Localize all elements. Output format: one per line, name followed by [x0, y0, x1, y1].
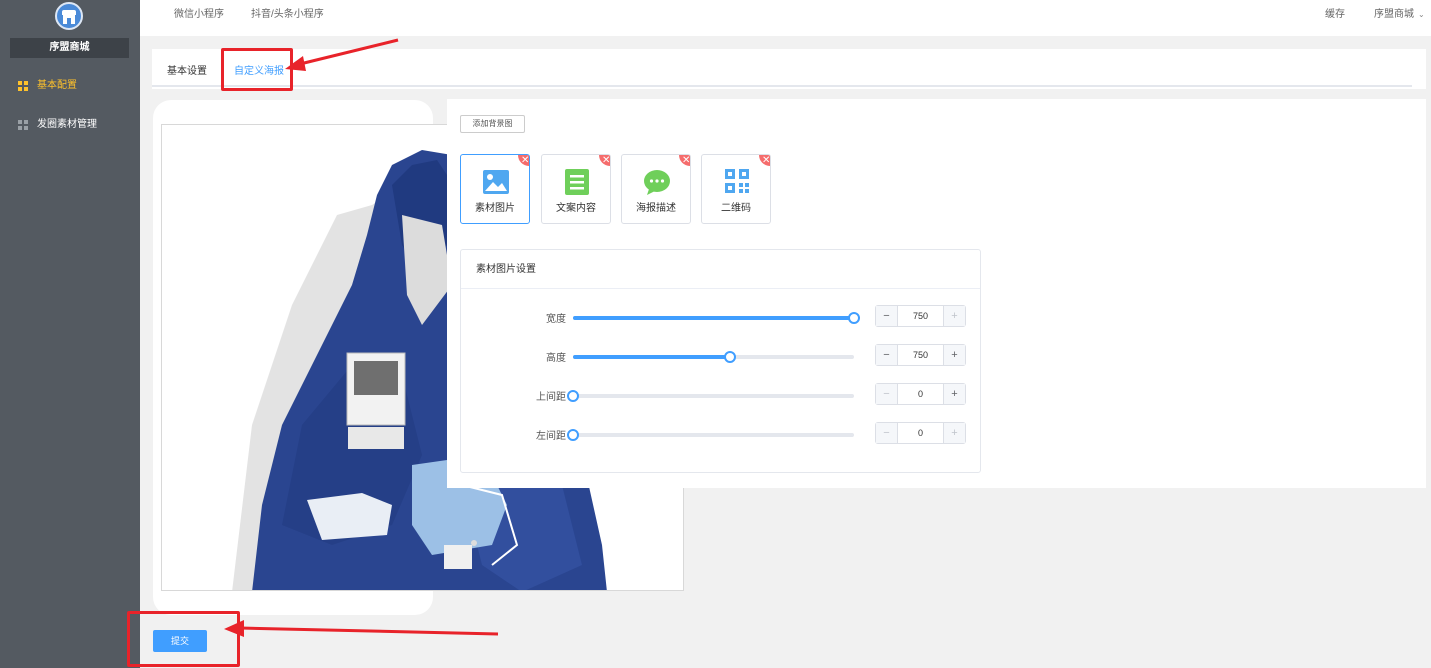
tool-label: 文案内容	[556, 203, 596, 214]
width-stepper[interactable]: − 750 +	[875, 305, 966, 327]
brand-name: 序盟商城	[10, 38, 129, 58]
row-label: 宽度	[546, 314, 566, 325]
row-label: 上间距	[536, 392, 566, 403]
close-icon: ✕	[762, 155, 771, 166]
slider-fill	[573, 355, 731, 359]
sidebar-item-basic-config[interactable]: 基本配置	[0, 75, 140, 97]
qrcode-icon	[725, 169, 749, 193]
left-margin-row: 左间距 − 0 +	[461, 422, 980, 446]
close-icon: ✕	[521, 155, 530, 166]
grid-icon	[18, 81, 28, 91]
remove-tool-button[interactable]: ✕	[759, 155, 771, 166]
tool-poster-description[interactable]: 海报描述 ✕	[621, 154, 691, 224]
increment-button[interactable]: +	[943, 384, 965, 404]
close-icon: ✕	[682, 155, 691, 166]
stepper-value[interactable]: 750	[898, 306, 943, 326]
settings-tabs: 基本设置 自定义海报	[152, 49, 1426, 89]
stepper-value[interactable]: 0	[898, 384, 943, 404]
settings-title: 素材图片设置	[461, 250, 980, 289]
width-slider[interactable]	[573, 312, 860, 324]
arrow-line	[239, 626, 499, 636]
top-margin-stepper[interactable]: − 0 +	[875, 383, 966, 405]
material-image-settings: 素材图片设置 宽度 − 750 + 高度 − 750 + 上间距 − 0 + 左…	[460, 249, 981, 473]
decrement-button[interactable]: −	[876, 306, 898, 326]
cache-button[interactable]: 缓存	[1325, 0, 1345, 30]
image-icon	[483, 170, 509, 194]
increment-button[interactable]: +	[943, 306, 965, 326]
tool-label: 海报描述	[636, 203, 676, 214]
tool-qrcode[interactable]: 二维码 ✕	[701, 154, 771, 224]
store-logo-icon	[55, 2, 83, 30]
remove-tool-button[interactable]: ✕	[518, 155, 530, 166]
poster-editor-panel: 添加背景图 素材图片 ✕ 文案内容 ✕ 海报描述 ✕ 二维码 ✕ 素材图片设置 …	[447, 99, 1426, 488]
user-name: 序盟商城	[1374, 9, 1414, 20]
decrement-button[interactable]: −	[876, 345, 898, 365]
slider-fill	[573, 316, 854, 320]
add-background-button[interactable]: 添加背景图	[460, 115, 525, 133]
tool-material-image[interactable]: 素材图片 ✕	[460, 154, 530, 224]
tab-wechat-miniprogram[interactable]: 微信小程序	[174, 0, 224, 30]
height-row: 高度 − 750 +	[461, 344, 980, 368]
left-margin-slider[interactable]	[567, 429, 854, 441]
annotation-box-custom-poster	[221, 48, 293, 91]
top-bar: 微信小程序 抖音/头条小程序 缓存 序盟商城 ⌄	[140, 0, 1431, 36]
slider-handle[interactable]	[724, 351, 737, 363]
top-margin-slider[interactable]	[567, 390, 854, 402]
tool-label: 二维码	[721, 203, 751, 214]
slider-handle[interactable]	[567, 429, 579, 441]
width-row: 宽度 − 750 +	[461, 305, 980, 329]
increment-button[interactable]: +	[943, 423, 965, 443]
grid-icon	[18, 120, 28, 130]
sidebar: 序盟商城 基本配置 发圈素材管理	[0, 0, 140, 668]
height-slider[interactable]	[573, 351, 854, 363]
tool-label: 素材图片	[475, 203, 515, 214]
sidebar-item-material-manage[interactable]: 发圈素材管理	[0, 114, 140, 136]
height-stepper[interactable]: − 750 +	[875, 344, 966, 366]
slider-handle[interactable]	[848, 312, 860, 324]
decrement-button[interactable]: −	[876, 384, 898, 404]
sidebar-item-label: 发圈素材管理	[37, 119, 97, 130]
sidebar-item-label: 基本配置	[37, 80, 77, 91]
tab-basic-settings[interactable]: 基本设置	[167, 62, 207, 77]
stepper-value[interactable]: 0	[898, 423, 943, 443]
user-menu[interactable]: 序盟商城 ⌄	[1374, 0, 1425, 30]
slider-handle[interactable]	[567, 390, 579, 402]
row-label: 左间距	[536, 431, 566, 442]
tool-copy-text[interactable]: 文案内容 ✕	[541, 154, 611, 224]
increment-button[interactable]: +	[943, 345, 965, 365]
stepper-value[interactable]: 750	[898, 345, 943, 365]
tabs-divider	[152, 85, 1412, 87]
close-icon: ✕	[602, 155, 611, 166]
top-margin-row: 上间距 − 0 +	[461, 383, 980, 407]
row-label: 高度	[546, 353, 566, 364]
decrement-button[interactable]: −	[876, 423, 898, 443]
left-margin-stepper[interactable]: − 0 +	[875, 422, 966, 444]
remove-tool-button[interactable]: ✕	[679, 155, 691, 166]
annotation-box-submit	[127, 611, 240, 667]
chat-bubble-icon	[644, 170, 670, 195]
document-icon	[565, 169, 589, 195]
remove-tool-button[interactable]: ✕	[599, 155, 611, 166]
chevron-down-icon: ⌄	[1418, 10, 1425, 19]
tab-douyin-miniprogram[interactable]: 抖音/头条小程序	[251, 0, 324, 30]
